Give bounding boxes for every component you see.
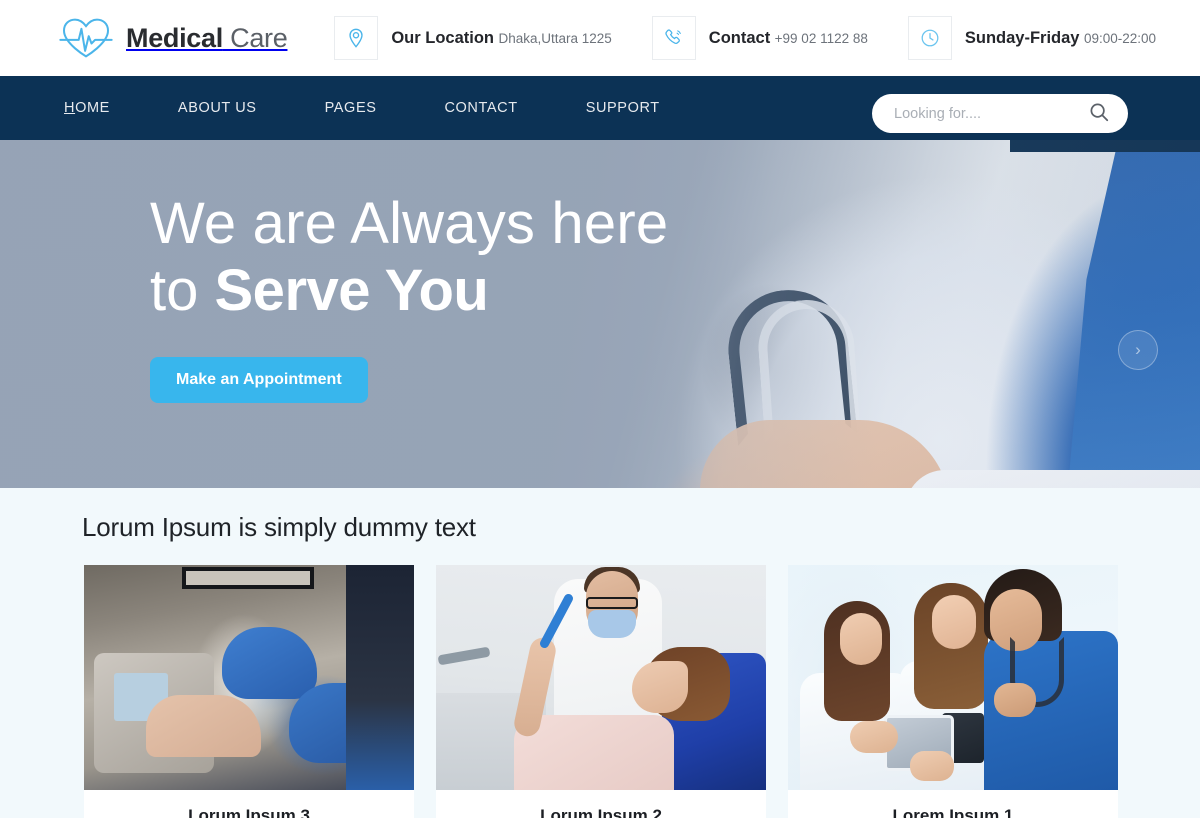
section-title: Lorum Ipsum is simply dummy text	[82, 512, 476, 542]
search-input[interactable]	[894, 105, 1086, 122]
service-card-title: Lorum Ipsum 3	[188, 806, 310, 818]
hero-content: We are Always here to Serve You Make an …	[150, 191, 669, 403]
search-box[interactable]	[872, 94, 1128, 133]
header-info-contact-title: Contact	[708, 28, 771, 47]
photo-dentist-mask	[588, 610, 636, 638]
header-info-hours-title: Sunday-Friday	[964, 28, 1080, 47]
photo-staff2-hand	[910, 751, 954, 781]
make-appointment-button[interactable]: Make an Appointment	[150, 356, 368, 403]
header-info-location-text: Our Location Dhaka,Uttara 1225	[391, 28, 611, 49]
service-card-image-staff	[788, 565, 1118, 790]
clock-icon	[907, 16, 952, 60]
brand-name-light: Care	[222, 22, 288, 53]
chevron-right-icon: ›	[1135, 340, 1141, 359]
header-info-hours-subtitle: 09:00-22:00	[1083, 30, 1156, 46]
header-info-location-title: Our Location	[391, 28, 494, 47]
nav-item-home[interactable]: HOME	[64, 100, 110, 116]
brand-logo-link[interactable]: Medical Care	[58, 16, 288, 60]
photo-dentist-glasses	[586, 597, 638, 609]
nav-item-home-label: OME	[75, 100, 110, 116]
services-section: Lorum Ipsum is simply dummy text Lorum I…	[0, 488, 1200, 818]
heart-pulse-icon	[58, 16, 114, 60]
location-pin-icon	[334, 16, 379, 60]
hero-next-slide-button[interactable]: ›	[1118, 330, 1158, 370]
service-card-title: Lorem Ipsum 1	[892, 806, 1014, 818]
photo-gloved-hand-1	[222, 627, 317, 699]
photo-gloved-hand-2	[289, 683, 399, 763]
nav-item-home-accesskey: H	[64, 100, 76, 116]
brand-name-bold: Medical	[126, 22, 223, 53]
service-cards: Lorum Ipsum 3 Lorum Ipsum 2 Lorem Ipsum …	[0, 543, 1200, 818]
service-card[interactable]: Lorum Ipsum 2	[436, 565, 766, 818]
photo-dental-tools	[437, 646, 491, 666]
header-info-contact-subtitle: +99 02 1122 88	[774, 30, 868, 46]
header-info-contact-text: Contact +99 02 1122 88	[709, 28, 868, 49]
service-card[interactable]: Lorem Ipsum 1	[788, 565, 1118, 818]
top-bar: Medical Care Our Location Dhaka,Uttara 1…	[0, 0, 1200, 76]
main-navbar: HOME ABOUT US PAGES CONTACT SUPPORT	[0, 76, 1200, 140]
header-info-contact[interactable]: Contact +99 02 1122 88	[651, 16, 868, 60]
phone-icon	[651, 16, 696, 60]
hero-headline-line2-bold: Serve You	[214, 257, 489, 323]
photo-patient-face	[632, 661, 688, 713]
nav-item-support[interactable]: SUPPORT	[586, 100, 660, 116]
hero-headline-line1: We are Always here	[150, 191, 669, 256]
brand-name: Medical Care	[126, 22, 288, 54]
service-card-title: Lorum Ipsum 2	[540, 806, 662, 818]
header-info-location[interactable]: Our Location Dhaka,Uttara 1225	[334, 16, 612, 60]
search-button[interactable]	[1086, 101, 1112, 126]
header-info-location-subtitle: Dhaka,Uttara 1225	[498, 30, 612, 46]
nav-item-contact[interactable]: CONTACT	[444, 100, 517, 116]
hero-headline-line2-thin: to	[150, 257, 215, 323]
nav-links: HOME ABOUT US PAGES CONTACT SUPPORT	[64, 100, 728, 116]
nav-item-pages[interactable]: PAGES	[325, 100, 377, 116]
service-card-image-lab	[84, 565, 414, 790]
hero-banner: We are Always here to Serve You Make an …	[0, 140, 1200, 488]
nav-item-about-us[interactable]: ABOUT US	[178, 100, 257, 116]
search-icon	[1088, 101, 1110, 126]
photo-wall-frame	[182, 567, 314, 589]
header-info-group: Our Location Dhaka,Uttara 1225 Contact +…	[294, 16, 1200, 60]
hero-headline-line2: to Serve You	[150, 257, 668, 324]
photo-staff2-face	[932, 595, 976, 649]
photo-bare-hand	[146, 695, 261, 757]
photo-staff3-hand	[994, 683, 1036, 717]
photo-staff1-face	[840, 613, 882, 665]
service-card-image-dental	[436, 565, 766, 790]
header-info-hours-text: Sunday-Friday 09:00-22:00	[965, 28, 1156, 49]
header-info-hours[interactable]: Sunday-Friday 09:00-22:00	[907, 16, 1156, 60]
photo-staff1-hand	[850, 721, 898, 753]
service-card[interactable]: Lorum Ipsum 3	[84, 565, 414, 818]
